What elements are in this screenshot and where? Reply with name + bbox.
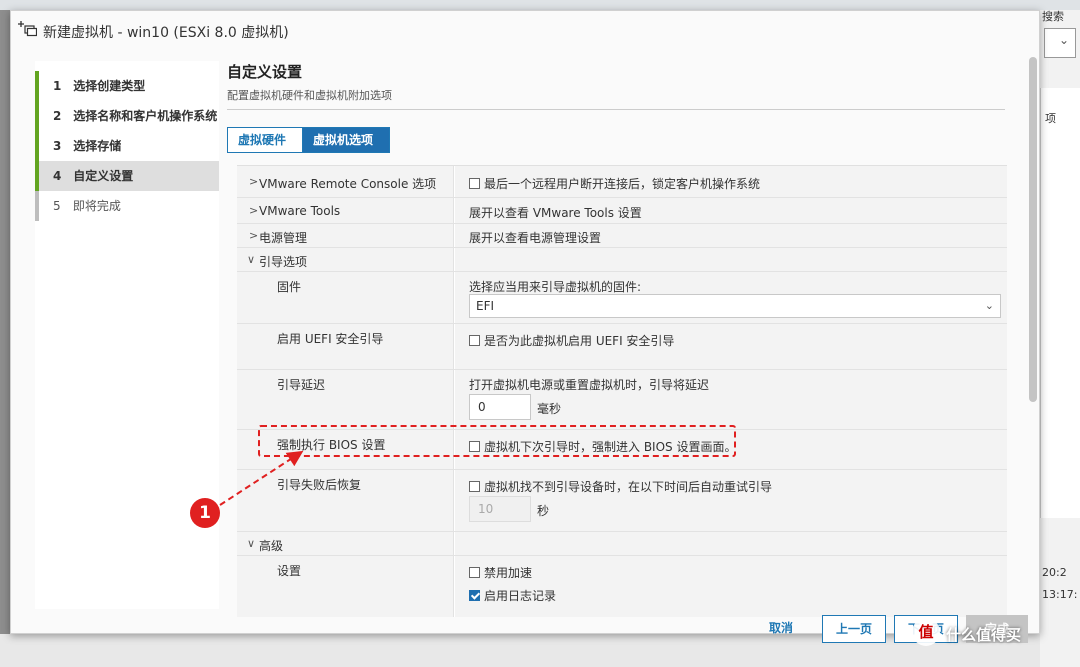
boot-delay-unit: 毫秒 [537, 402, 562, 416]
checkbox[interactable] [469, 590, 480, 601]
background-time-1: 20:2 [1042, 566, 1067, 579]
row-label[interactable]: 引导选项 [259, 253, 307, 270]
step-label: 选择存储 [73, 139, 122, 153]
row-vmware-tools: > VMware Tools 展开以查看 VMware Tools 设置 [237, 198, 1007, 224]
chevron-down-icon[interactable]: ∨ [247, 253, 255, 266]
watermark-text: 什么值得买 [946, 626, 1022, 644]
wizard-steps: 1 选择创建类型 2 选择名称和客户机操作系统 3 选择存储 4 自定义设置 5… [35, 61, 219, 609]
enable-logging-checkbox[interactable]: 启用日志记录 [469, 587, 556, 604]
row-value: 展开以查看 VMware Tools 设置 [469, 206, 642, 220]
options-table: > VMware Remote Console 选项 最后一个远程用户断开连接后… [237, 165, 1007, 617]
chevron-right-icon[interactable]: > [249, 229, 258, 242]
step-2[interactable]: 2 选择名称和客户机操作系统 [35, 101, 219, 131]
row-settings: 设置 禁用加速 启用日志记录 [237, 556, 1007, 617]
step-number: 5 [53, 199, 61, 213]
row-label: 引导延迟 [277, 378, 326, 392]
row-label[interactable]: VMware Tools [259, 204, 340, 218]
step-label: 自定义设置 [73, 169, 134, 183]
background-dropdown [1044, 28, 1076, 58]
step-1[interactable]: 1 选择创建类型 [35, 71, 219, 101]
background-time-2: 13:17: [1042, 588, 1078, 601]
chevron-down-icon[interactable]: ∨ [247, 537, 255, 550]
row-label: 设置 [277, 564, 302, 578]
previous-button[interactable]: 上一页 [822, 615, 886, 643]
row-firmware: 固件 选择应当用来引导虚拟机的固件: EFI ⌄ [237, 272, 1007, 324]
row-label: 启用 UEFI 安全引导 [277, 332, 384, 346]
firmware-hint: 选择应当用来引导虚拟机的固件: [469, 280, 642, 294]
tab-vm-options[interactable]: 虚拟机选项 [302, 127, 390, 153]
row-label: 固件 [277, 280, 302, 294]
chevron-right-icon[interactable]: > [249, 175, 258, 188]
main-content: 自定义设置 配置虚拟机硬件和虚拟机附加选项 虚拟硬件 虚拟机选项 > VMwar… [227, 57, 1007, 617]
background-right-pane: 搜索 项 20:2 13:17: [1040, 10, 1080, 667]
step-3[interactable]: 3 选择存储 [35, 131, 219, 161]
page-subtitle: 配置虚拟机硬件和虚拟机附加选项 [227, 89, 392, 102]
row-advanced: ∨ 高级 [237, 532, 1007, 556]
chevron-down-icon: ⌄ [984, 299, 994, 312]
row-power: > 电源管理 展开以查看电源管理设置 [237, 224, 1007, 248]
background-col-label: 项 [1045, 112, 1056, 125]
checkbox-label: 是否为此虚拟机启用 UEFI 安全引导 [484, 334, 675, 348]
step-number: 2 [53, 109, 62, 123]
row-secure-boot: 启用 UEFI 安全引导 是否为此虚拟机启用 UEFI 安全引导 [237, 324, 1007, 370]
checkbox[interactable] [469, 335, 480, 346]
background-panel: 项 [1040, 88, 1080, 518]
dialog-title: 新建虚拟机 - win10 (ESXi 8.0 虚拟机) [43, 25, 289, 41]
checkbox-label: 虚拟机找不到引导设备时，在以下时间后自动重试引导 [484, 480, 773, 494]
checkbox[interactable] [469, 481, 480, 492]
divider [227, 109, 1005, 110]
boot-retry-checkbox[interactable]: 虚拟机找不到引导设备时，在以下时间后自动重试引导 [469, 478, 772, 495]
vmrc-lock-checkbox[interactable]: 最后一个远程用户断开连接后，锁定客户机操作系统 [469, 175, 760, 192]
step-label: 选择名称和客户机操作系统 [73, 109, 218, 123]
annotation-highlight-box [258, 425, 736, 457]
row-boot-delay: 引导延迟 打开虚拟机电源或重置虚拟机时，引导将延迟 0 毫秒 [237, 370, 1007, 430]
step-label: 即将完成 [72, 199, 121, 213]
step-label: 选择创建类型 [73, 79, 146, 93]
checkbox-label: 最后一个远程用户断开连接后，锁定客户机操作系统 [484, 177, 761, 191]
annotation-badge: 1 [190, 498, 220, 528]
chevron-right-icon[interactable]: > [249, 204, 258, 217]
new-vm-dialog: 新建虚拟机 - win10 (ESXi 8.0 虚拟机) 1 选择创建类型 2 … [10, 10, 1041, 643]
dialog-footer: 取消 上一页 下一页 完成 [11, 609, 1041, 643]
page-title: 自定义设置 [227, 63, 303, 81]
row-boot-retry: 引导失败后恢复 虚拟机找不到引导设备时，在以下时间后自动重试引导 10 秒 [237, 470, 1007, 532]
checkbox-label: 启用日志记录 [484, 589, 557, 603]
firmware-select[interactable]: EFI ⌄ [469, 294, 1001, 318]
new-vm-icon [17, 20, 38, 38]
step-number: 1 [53, 79, 62, 93]
row-label: 引导失败后恢复 [277, 478, 362, 492]
checkbox-label: 禁用加速 [484, 566, 533, 580]
tab-virtual-hardware[interactable]: 虚拟硬件 [227, 127, 303, 153]
checkbox[interactable] [469, 178, 480, 189]
background-search-label: 搜索 [1042, 10, 1064, 23]
step-4[interactable]: 4 自定义设置 [35, 161, 219, 191]
row-label[interactable]: 电源管理 [259, 229, 307, 246]
step-number: 3 [53, 139, 62, 153]
secure-boot-checkbox[interactable]: 是否为此虚拟机启用 UEFI 安全引导 [469, 332, 674, 349]
row-value: 展开以查看电源管理设置 [469, 231, 602, 245]
dialog-titlebar: 新建虚拟机 - win10 (ESXi 8.0 虚拟机) [11, 11, 1041, 51]
row-vmrc: > VMware Remote Console 选项 最后一个远程用户断开连接后… [237, 166, 1007, 198]
row-label[interactable]: 高级 [259, 537, 283, 554]
vertical-scrollbar[interactable] [1029, 57, 1037, 402]
boot-delay-input[interactable]: 0 [469, 394, 531, 420]
firmware-selected: EFI [476, 299, 495, 313]
boot-retry-input: 10 [469, 496, 531, 522]
step-5: 5 即将完成 [35, 191, 219, 221]
background-toolbar [0, 0, 1080, 10]
step-number: 4 [53, 169, 62, 183]
row-boot-options: ∨ 引导选项 [237, 248, 1007, 272]
boot-retry-unit: 秒 [537, 504, 550, 518]
boot-delay-hint: 打开虚拟机电源或重置虚拟机时，引导将延迟 [469, 378, 710, 392]
checkbox[interactable] [469, 567, 480, 578]
row-label[interactable]: VMware Remote Console 选项 [259, 175, 436, 192]
watermark-logo-icon: 值 [912, 618, 940, 646]
disable-acceleration-checkbox[interactable]: 禁用加速 [469, 564, 532, 581]
cancel-button[interactable]: 取消 [756, 615, 806, 643]
